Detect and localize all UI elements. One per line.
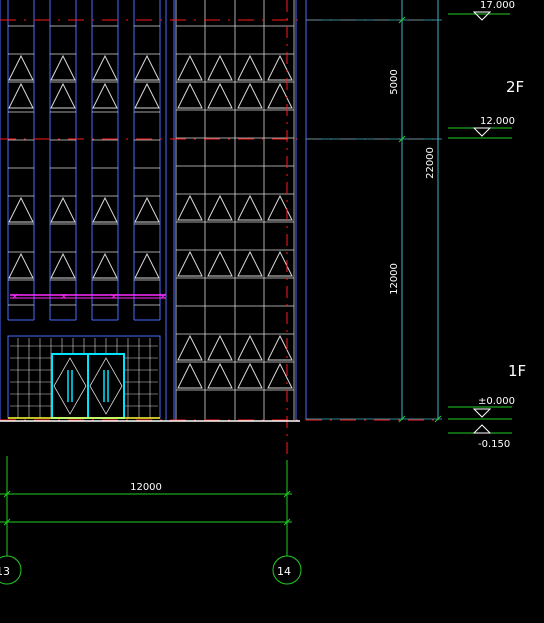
floor-label-1f: 1F <box>508 362 526 380</box>
glass-triangle <box>134 196 160 223</box>
axis-bubble-13: 13 <box>0 555 22 585</box>
glass-triangle <box>237 362 263 389</box>
glass-triangle <box>50 82 76 109</box>
dim-text-22000: 22000 <box>425 147 436 179</box>
glass-triangle <box>207 362 233 389</box>
storefront <box>7 335 161 419</box>
svg-text:12.000: 12.000 <box>480 116 515 127</box>
svg-text:14: 14 <box>277 565 291 578</box>
svg-text:17.000: 17.000 <box>480 0 515 11</box>
canopy-bracket: × <box>110 292 118 302</box>
glass-triangle <box>177 250 203 277</box>
svg-text:-0.150: -0.150 <box>478 439 510 450</box>
glass-triangle <box>50 196 76 223</box>
glass-triangle <box>237 194 263 221</box>
glass-triangle <box>92 82 118 109</box>
level-mark-17000: 17.000 <box>448 0 515 21</box>
glass-triangle <box>267 82 293 109</box>
glass-triangle <box>207 82 233 109</box>
glass-triangle <box>207 250 233 277</box>
glass-triangle <box>8 252 34 279</box>
glass-triangle <box>267 194 293 221</box>
glass-triangle <box>50 252 76 279</box>
glass-triangle <box>92 196 118 223</box>
glass-triangle <box>134 54 160 81</box>
canopy-bracket: × <box>60 292 68 302</box>
glass-triangle <box>50 54 76 81</box>
glass-triangle <box>267 334 293 361</box>
glass-triangle <box>8 82 34 109</box>
floor-label-2f: 2F <box>506 78 524 96</box>
canopy-bracket: × <box>11 292 19 302</box>
dim-text-5000: 5000 <box>389 69 400 94</box>
glass-triangle <box>177 194 203 221</box>
glass-triangle <box>177 82 203 109</box>
svg-text:13: 13 <box>0 565 10 578</box>
glass-triangle <box>267 54 293 81</box>
svg-text:±0.000: ±0.000 <box>478 396 515 407</box>
dim-text-12000-vertical: 12000 <box>389 263 400 295</box>
glass-triangle <box>134 82 160 109</box>
glass-triangle <box>237 334 263 361</box>
level-mark-12000: 12.000 <box>448 116 515 139</box>
glass-triangle <box>177 334 203 361</box>
glass-triangle <box>237 82 263 109</box>
glass-triangle <box>267 362 293 389</box>
glass-triangle <box>8 54 34 81</box>
glass-triangle <box>177 362 203 389</box>
glass-triangle <box>134 252 160 279</box>
glass-triangle <box>207 194 233 221</box>
canopy-bracket: × <box>159 292 167 302</box>
glass-triangle <box>92 252 118 279</box>
glass-triangle <box>207 334 233 361</box>
level-mark-minus-0150: -0.150 <box>448 424 512 450</box>
glass-triangle <box>92 54 118 81</box>
level-mark-0000: ±0.000 <box>448 396 515 420</box>
glass-triangle <box>177 54 203 81</box>
glass-triangle <box>8 196 34 223</box>
glass-triangle <box>237 54 263 81</box>
glass-triangle <box>207 54 233 81</box>
axis-bubble-14: 14 <box>272 555 302 585</box>
elevation-drawing: × × × × 2F 1F 17.000 12.000 ±0.000 -0.150 5… <box>0 0 526 585</box>
glass-triangle <box>237 250 263 277</box>
dim-text-12000-horizontal: 12000 <box>130 482 162 493</box>
glass-triangle <box>267 250 293 277</box>
